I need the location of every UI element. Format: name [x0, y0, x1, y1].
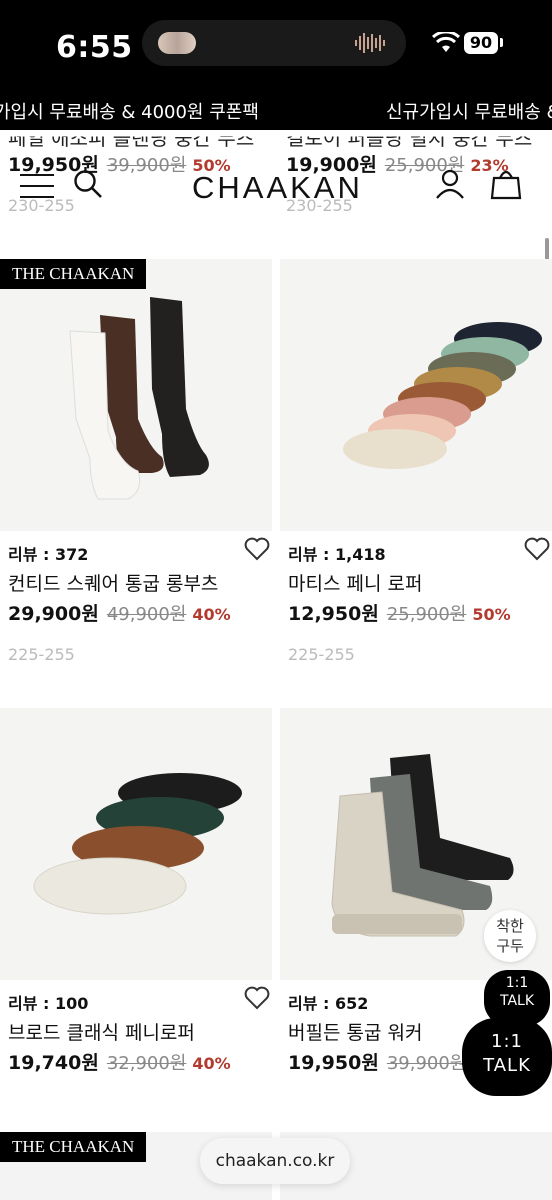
sale-price: 12,950원 — [288, 603, 379, 625]
original-price: 32,900원 — [106, 1053, 187, 1074]
heart-icon[interactable] — [244, 986, 270, 1010]
brand-logo[interactable]: CHAAKAN — [192, 170, 363, 206]
long-boots-image — [0, 259, 272, 531]
dynamic-island[interactable] — [142, 20, 406, 66]
url-bar[interactable]: chaakan.co.kr — [200, 1138, 350, 1184]
original-price: 25,900원 — [386, 604, 467, 625]
price-line: 19,740원 32,900원 40% — [8, 1048, 231, 1075]
discount-rate: 50% — [472, 605, 511, 624]
brand-badge: THE CHAAKAN — [0, 259, 147, 289]
talk-label: TALK — [483, 1055, 531, 1076]
original-price: 49,900원 — [106, 604, 187, 625]
product-image[interactable] — [0, 708, 272, 980]
product-name[interactable]: 브로드 클래식 페니로퍼 — [8, 1018, 195, 1045]
size-range: 225-255 — [8, 645, 75, 664]
review-count: 리뷰 : 652 — [288, 994, 369, 1013]
product-card[interactable]: 리뷰 : 1,418 마티스 페니 로퍼 12,950원 25,900원 50% 2… — [280, 259, 552, 679]
size-range: 225-255 — [288, 645, 355, 664]
chip-line: 착한 — [496, 917, 524, 935]
review-count: 리뷰 : 372 — [8, 545, 89, 564]
talk-label: 1:1 — [505, 975, 529, 991]
menu-icon[interactable] — [20, 174, 54, 207]
status-bar: 6:55 90 — [0, 0, 552, 90]
product-image[interactable]: THE CHAAKAN — [0, 259, 272, 531]
sale-price: 29,900원 — [8, 603, 99, 625]
product-name[interactable]: 버필든 통굽 워커 — [288, 1018, 422, 1045]
penny-loafers-image — [280, 259, 552, 531]
discount-rate: 40% — [192, 1054, 231, 1073]
search-icon[interactable] — [72, 168, 104, 200]
review-count: 리뷰 : 100 — [8, 994, 89, 1013]
battery-indicator: 90 — [464, 32, 498, 54]
discount-rate: 40% — [192, 605, 231, 624]
audio-wave-icon — [355, 33, 385, 53]
chakan-chip[interactable]: 착한 구두 — [484, 910, 536, 962]
product-name[interactable]: 마티스 페니 로퍼 — [288, 569, 422, 596]
price-line: 29,900원 49,900원 40% — [8, 599, 231, 626]
talk-button[interactable]: 1:1 TALK — [462, 1018, 552, 1096]
brand-badge: THE CHAAKAN — [0, 1132, 147, 1162]
product-card[interactable]: THE CHAAKAN 리뷰 : 372 컨티드 스퀘어 통굽 롱부츠 29,9… — [0, 259, 272, 679]
product-image[interactable] — [280, 259, 552, 531]
sale-price: 19,950원 — [288, 1052, 379, 1074]
chip-line: 구두 — [496, 937, 524, 955]
price-line: 19,950원39,900원5 — [288, 1048, 484, 1075]
battery-tip — [500, 38, 503, 47]
heart-icon[interactable] — [524, 537, 550, 561]
price-line: 12,950원 25,900원 50% — [288, 599, 511, 626]
review-count: 리뷰 : 1,418 — [288, 545, 386, 564]
talk-label: 1:1 — [491, 1031, 523, 1052]
original-price: 39,900원 — [386, 1053, 467, 1074]
banner-text-right: 신규가입시 무료배송 & 4 — [386, 102, 552, 123]
shopping-bag-icon[interactable] — [490, 166, 522, 200]
talk-label: TALK — [499, 993, 535, 1009]
heart-icon[interactable] — [244, 537, 270, 561]
now-playing-thumbnail — [158, 32, 196, 54]
sale-price: 19,740원 — [8, 1052, 99, 1074]
product-card[interactable]: 리뷰 : 100 브로드 클래식 페니로퍼 19,740원 32,900원 40% — [0, 708, 272, 1088]
site-header: CHAAKAN — [0, 130, 552, 240]
status-time: 6:55 — [56, 30, 133, 65]
wifi-icon — [432, 32, 460, 52]
user-icon[interactable] — [434, 168, 466, 200]
classic-loafers-image — [0, 708, 272, 980]
banner-text-left: 가입시 무료배송 & 4000원 쿠폰팩 — [0, 102, 259, 123]
product-name[interactable]: 컨티드 스퀘어 통굽 롱부츠 — [8, 569, 218, 596]
promo-banner[interactable]: 가입시 무료배송 & 4000원 쿠폰팩 신규가입시 무료배송 & 4 — [0, 90, 552, 130]
